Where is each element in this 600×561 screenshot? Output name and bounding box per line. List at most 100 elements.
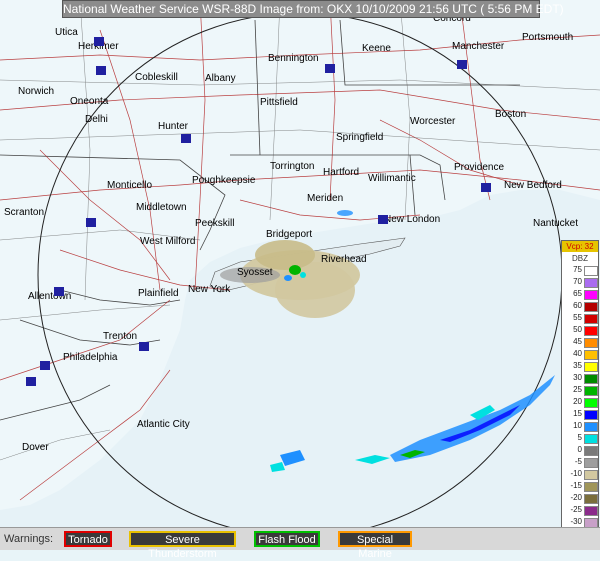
legend-value: 75 bbox=[573, 265, 582, 274]
legend-value: 45 bbox=[573, 337, 582, 346]
legend-value: 65 bbox=[573, 289, 582, 298]
svg-text:Scranton: Scranton bbox=[4, 207, 44, 218]
legend-value: 0 bbox=[577, 445, 582, 454]
dbz-legend: Vcp: 32 DBZ 75 70 65 60 55 50 45 40 35 30 25 20 15 10… bbox=[561, 240, 599, 543]
legend-vcp-label: Vcp: 32 bbox=[562, 241, 598, 252]
svg-text:Atlantic City: Atlantic City bbox=[137, 419, 190, 430]
svg-text:Poughkeepsie: Poughkeepsie bbox=[192, 175, 256, 186]
legend-entry: 15 bbox=[562, 409, 598, 420]
legend-value: 55 bbox=[573, 313, 582, 322]
svg-text:Dover: Dover bbox=[22, 442, 49, 453]
svg-text:Meriden: Meriden bbox=[307, 193, 343, 204]
svg-text:Oneonta: Oneonta bbox=[70, 96, 109, 107]
legend-entry: 25 bbox=[562, 385, 598, 396]
legend-swatch bbox=[584, 350, 598, 360]
svg-text:Hunter: Hunter bbox=[158, 121, 189, 132]
legend-entry: 50 bbox=[562, 325, 598, 336]
warnings-label: Warnings: bbox=[4, 533, 54, 545]
radar-map: Utica Herkimer Norwich Oneonta Cobleskil… bbox=[0, 0, 600, 550]
legend-value: 60 bbox=[573, 301, 582, 310]
tornado-warning-label: Tornado bbox=[68, 534, 108, 546]
svg-text:Delhi: Delhi bbox=[85, 114, 108, 125]
legend-entry: -25 bbox=[562, 505, 598, 516]
legend-swatch bbox=[584, 434, 598, 444]
svg-text:Nantucket: Nantucket bbox=[533, 218, 578, 229]
svg-text:Manchester: Manchester bbox=[452, 41, 505, 52]
legend-value: 20 bbox=[573, 397, 582, 406]
legend-swatch bbox=[584, 410, 598, 420]
svg-text:Bridgeport: Bridgeport bbox=[266, 229, 312, 240]
radar-header-title: National Weather Service WSR-88D Image f… bbox=[62, 0, 564, 18]
svg-text:New Bedford: New Bedford bbox=[504, 180, 562, 191]
svg-text:Keene: Keene bbox=[362, 43, 391, 54]
legend-value: 30 bbox=[573, 373, 582, 382]
legend-value: -20 bbox=[570, 493, 582, 502]
svg-text:Riverhead: Riverhead bbox=[321, 254, 367, 265]
svg-text:Providence: Providence bbox=[454, 162, 504, 173]
svg-text:Bennington: Bennington bbox=[268, 53, 319, 64]
svg-text:Trenton: Trenton bbox=[103, 331, 137, 342]
legend-value: 35 bbox=[573, 361, 582, 370]
legend-entry: 70 bbox=[562, 277, 598, 288]
svg-text:Monticello: Monticello bbox=[107, 180, 152, 191]
svg-text:Allentown: Allentown bbox=[28, 291, 71, 302]
svg-text:Portsmouth: Portsmouth bbox=[522, 32, 573, 43]
legend-entry: 0 bbox=[562, 445, 598, 456]
severe-thunderstorm-warning-button[interactable]: Severe Thunderstorm bbox=[129, 531, 236, 560]
legend-swatch bbox=[584, 326, 598, 336]
legend-swatch bbox=[584, 302, 598, 312]
legend-value: 25 bbox=[573, 385, 582, 394]
legend-swatch bbox=[584, 362, 598, 372]
legend-unit-label: DBZ bbox=[572, 254, 588, 263]
legend-entry: 40 bbox=[562, 349, 598, 360]
svg-text:West Milford: West Milford bbox=[140, 236, 195, 247]
legend-entry: 45 bbox=[562, 337, 598, 348]
legend-swatch bbox=[584, 458, 598, 468]
legend-value: -25 bbox=[570, 505, 582, 514]
svg-text:Torrington: Torrington bbox=[270, 161, 314, 172]
legend-entry: -10 bbox=[562, 469, 598, 480]
legend-swatch bbox=[584, 374, 598, 384]
legend-entry: 75 bbox=[562, 265, 598, 276]
legend-entry: 5 bbox=[562, 433, 598, 444]
legend-value: 10 bbox=[573, 421, 582, 430]
svg-text:Utica: Utica bbox=[55, 27, 78, 38]
legend-entry: 30 bbox=[562, 373, 598, 384]
flash-flood-warning-button[interactable]: Flash Flood bbox=[254, 531, 320, 547]
legend-value: -10 bbox=[570, 469, 582, 478]
svg-text:Willimantic: Willimantic bbox=[368, 173, 416, 184]
tornado-warning-button[interactable]: Tornado bbox=[64, 531, 112, 547]
svg-text:Albany: Albany bbox=[205, 73, 236, 84]
legend-entry: 65 bbox=[562, 289, 598, 300]
svg-text:Worcester: Worcester bbox=[410, 116, 456, 127]
svg-text:New London: New London bbox=[384, 214, 440, 225]
special-marine-warning-label: Special Marine bbox=[356, 534, 394, 560]
legend-entry: -30 bbox=[562, 517, 598, 528]
legend-value: 40 bbox=[573, 349, 582, 358]
legend-value: 15 bbox=[573, 409, 582, 418]
legend-swatch bbox=[584, 482, 598, 492]
legend-value: 70 bbox=[573, 277, 582, 286]
svg-text:Plainfield: Plainfield bbox=[138, 288, 179, 299]
special-marine-warning-button[interactable]: Special Marine bbox=[338, 531, 412, 560]
legend-swatch bbox=[584, 506, 598, 516]
warnings-bar: Warnings: Tornado Severe Thunderstorm Fl… bbox=[0, 527, 600, 560]
svg-text:Middletown: Middletown bbox=[136, 202, 187, 213]
legend-swatch bbox=[584, 290, 598, 300]
legend-swatch bbox=[584, 446, 598, 456]
legend-swatch bbox=[584, 314, 598, 324]
legend-entry: -15 bbox=[562, 481, 598, 492]
svg-text:Pittsfield: Pittsfield bbox=[260, 97, 298, 108]
legend-entry: 35 bbox=[562, 361, 598, 372]
legend-value: -5 bbox=[574, 457, 582, 466]
legend-entry: 10 bbox=[562, 421, 598, 432]
legend-entry: -20 bbox=[562, 493, 598, 504]
legend-entry: 20 bbox=[562, 397, 598, 408]
svg-text:Springfield: Springfield bbox=[336, 132, 383, 143]
svg-text:Philadelphia: Philadelphia bbox=[63, 352, 118, 363]
svg-text:Norwich: Norwich bbox=[18, 86, 54, 97]
legend-entry: 60 bbox=[562, 301, 598, 312]
svg-text:Syosset: Syosset bbox=[237, 267, 273, 278]
legend-swatch bbox=[584, 338, 598, 348]
svg-text:Cobleskill: Cobleskill bbox=[135, 72, 178, 83]
